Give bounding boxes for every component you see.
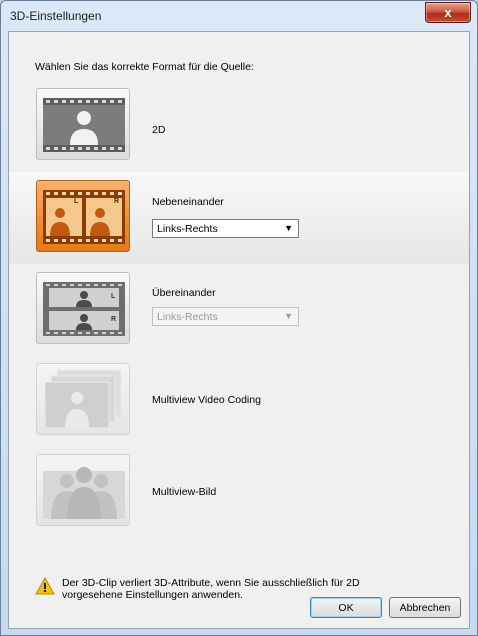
multiview-image-icon <box>43 467 125 519</box>
option-top-bottom-label: Übereinander <box>152 287 216 299</box>
option-2d-label: 2D <box>152 124 166 136</box>
option-multiview-image-label: Multiview-Bild <box>152 486 217 498</box>
chevron-down-icon: ▼ <box>284 223 293 233</box>
option-mvc-button[interactable] <box>36 363 130 435</box>
option-top-bottom-button[interactable]: L R <box>36 272 130 344</box>
close-icon: x <box>444 5 452 20</box>
dialog-content: Wählen Sie das korrekte Format für die Q… <box>8 31 470 629</box>
option-multiview-image-button[interactable] <box>36 454 130 526</box>
dialog-window: 3D-Einstellungen x Wählen Sie das korrek… <box>0 0 478 636</box>
top-bottom-order-value: Links-Rechts <box>157 311 218 323</box>
cancel-button[interactable]: Abbrechen <box>389 597 461 618</box>
top-bottom-icon <box>43 282 125 336</box>
side-by-side-order-value: Links-Rechts <box>157 223 218 235</box>
person-2d-icon <box>43 98 125 152</box>
right-mark: R <box>111 316 117 323</box>
top-bottom-order-select[interactable]: Links-Rechts ▼ <box>152 307 299 326</box>
side-by-side-icon <box>43 190 125 244</box>
format-prompt: Wählen Sie das korrekte Format für die Q… <box>35 61 254 73</box>
option-side-by-side-label: Nebeneinander <box>152 196 224 208</box>
left-mark: L <box>74 198 79 205</box>
multiview-video-coding-icon <box>44 369 122 429</box>
title-bar[interactable]: 3D-Einstellungen x <box>1 1 477 31</box>
option-2d-button[interactable] <box>36 88 130 160</box>
left-mark: L <box>111 293 116 300</box>
warning-icon <box>35 577 55 595</box>
right-mark: R <box>114 198 120 205</box>
close-button[interactable]: x <box>425 2 471 23</box>
option-side-by-side-button[interactable]: L R <box>36 180 130 252</box>
window-title: 3D-Einstellungen <box>10 9 102 23</box>
side-by-side-order-select[interactable]: Links-Rechts ▼ <box>152 219 299 238</box>
chevron-down-icon: ▼ <box>284 311 293 321</box>
option-mvc-label: Multiview Video Coding <box>152 394 261 406</box>
ok-button[interactable]: OK <box>310 597 382 618</box>
